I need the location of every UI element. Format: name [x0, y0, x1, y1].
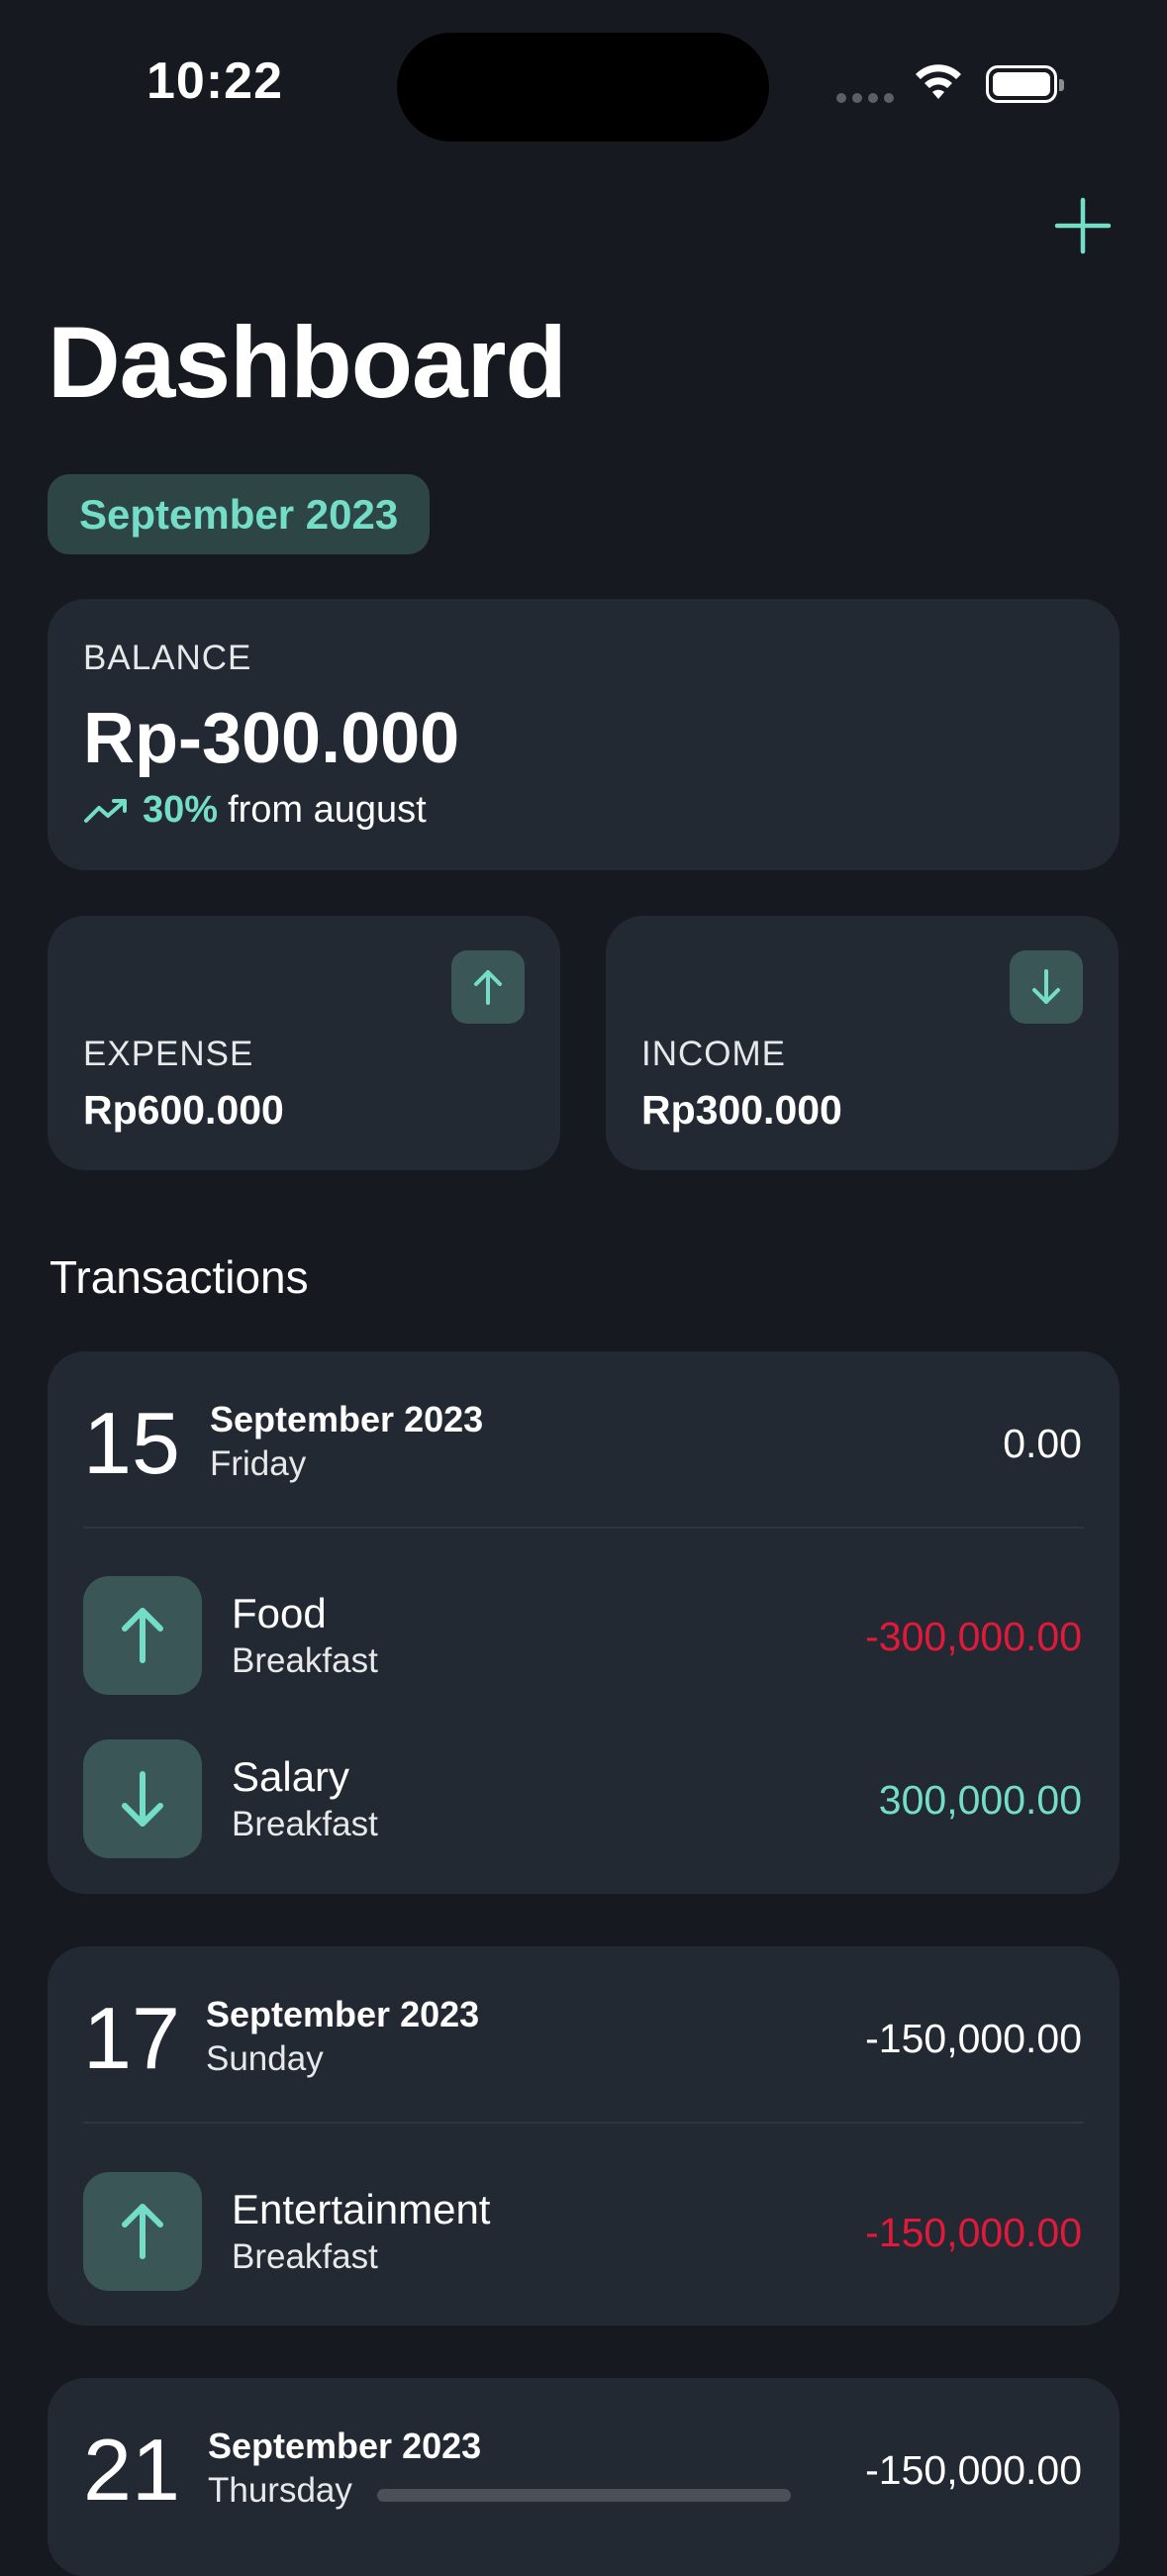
transaction-row[interactable]: Food Breakfast -300,000.00 — [48, 1576, 1119, 1695]
group-weekday: Sunday — [206, 2039, 324, 2078]
page-title: Dashboard — [48, 306, 567, 419]
month-filter-chip[interactable]: September 2023 — [48, 474, 431, 554]
arrow-up-icon — [122, 1608, 163, 1663]
group-day: 17 — [83, 1989, 180, 2087]
group-total: -150,000.00 — [865, 2447, 1082, 2493]
add-transaction-button[interactable] — [1053, 196, 1113, 255]
transactions-title: Transactions — [49, 1251, 309, 1303]
group-day: 21 — [83, 2421, 180, 2519]
transaction-amount: -150,000.00 — [865, 2210, 1082, 2255]
group-month: September 2023 — [208, 2426, 482, 2466]
balance-value: Rp-300.000 — [83, 699, 460, 778]
group-weekday: Thursday — [208, 2471, 352, 2510]
trend-text: from august — [228, 789, 427, 831]
transaction-group: 15 September 2023 Friday 0.00 Food Break… — [48, 1351, 1119, 1894]
group-header: 21 September 2023 Thursday -150,000.00 — [48, 2378, 1119, 2556]
income-icon-badge — [1010, 950, 1083, 1024]
trending-up-icon — [84, 798, 127, 823]
transaction-icon-badge — [83, 2172, 202, 2291]
transaction-icon-badge — [83, 1739, 202, 1858]
transaction-amount: -300,000.00 — [865, 1614, 1082, 1659]
transaction-group: 21 September 2023 Thursday -150,000.00 — [48, 2378, 1119, 2576]
balance-label: BALANCE — [83, 639, 252, 677]
transaction-category: Food — [232, 1590, 327, 1636]
arrow-down-icon — [1032, 969, 1060, 1004]
transaction-group: 17 September 2023 Sunday -150,000.00 Ent… — [48, 1946, 1119, 2326]
expense-label: EXPENSE — [83, 1035, 254, 1073]
group-total: -150,000.00 — [865, 2016, 1082, 2061]
transaction-note: Breakfast — [232, 2237, 378, 2276]
transaction-category: Salary — [232, 1753, 350, 1800]
expense-value: Rp600.000 — [83, 1087, 284, 1133]
group-day: 15 — [83, 1394, 180, 1492]
transaction-note: Breakfast — [232, 1805, 378, 1843]
divider — [83, 2122, 1084, 2124]
balance-trend: 30% from august — [83, 789, 427, 832]
group-month: September 2023 — [206, 1994, 480, 2034]
expense-card[interactable]: EXPENSE Rp600.000 — [48, 916, 560, 1170]
income-value: Rp300.000 — [641, 1087, 842, 1133]
expense-icon-badge — [451, 950, 525, 1024]
group-month: September 2023 — [210, 1399, 484, 1439]
transaction-row[interactable]: Salary Breakfast 300,000.00 — [48, 1739, 1119, 1858]
transaction-amount: 300,000.00 — [878, 1777, 1082, 1823]
transaction-note: Breakfast — [232, 1641, 378, 1680]
group-total: 0.00 — [1003, 1421, 1082, 1466]
divider — [83, 1527, 1084, 1529]
transaction-row[interactable]: Entertainment Breakfast -150,000.00 — [48, 2172, 1119, 2291]
group-weekday: Friday — [210, 1444, 307, 1483]
trend-percent: 30% — [143, 789, 219, 831]
status-time: 10:22 — [146, 52, 283, 110]
home-indicator[interactable] — [377, 2489, 791, 2502]
status-bar: 10:22 — [0, 0, 1167, 178]
arrow-down-icon — [122, 1771, 163, 1827]
battery-icon — [986, 65, 1064, 103]
group-header: 17 September 2023 Sunday -150,000.00 — [48, 1946, 1119, 2125]
balance-card: BALANCE Rp-300.000 30% from august — [48, 599, 1119, 870]
income-card[interactable]: INCOME Rp300.000 — [606, 916, 1118, 1170]
transaction-category: Entertainment — [232, 2186, 491, 2232]
cellular-signal-icon — [836, 93, 894, 103]
plus-icon — [1054, 197, 1112, 254]
group-header: 15 September 2023 Friday 0.00 — [48, 1351, 1119, 1530]
wifi-icon — [916, 64, 961, 99]
arrow-up-icon — [122, 2204, 163, 2259]
transaction-icon-badge — [83, 1576, 202, 1695]
arrow-up-icon — [474, 970, 502, 1005]
dynamic-island — [397, 33, 769, 142]
income-label: INCOME — [641, 1035, 786, 1073]
